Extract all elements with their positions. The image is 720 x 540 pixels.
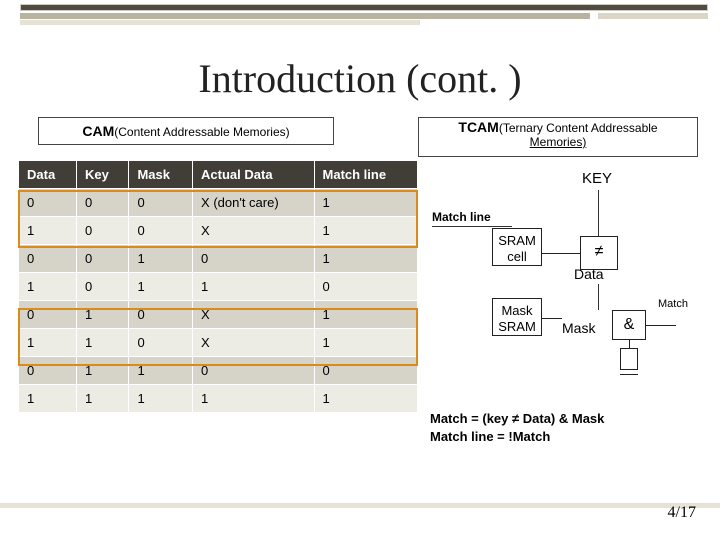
wire-neq-out bbox=[598, 284, 599, 310]
table-cell: X (don't care) bbox=[193, 189, 314, 217]
table-cell: 1 bbox=[129, 357, 193, 385]
slide-title: Introduction (cont. ) bbox=[0, 55, 720, 102]
ground-line bbox=[620, 374, 638, 375]
table-cell: 1 bbox=[77, 357, 129, 385]
cam-heading-main: CAM bbox=[82, 123, 114, 139]
table-cell: 0 bbox=[19, 189, 77, 217]
table-cell: 0 bbox=[314, 273, 417, 301]
th-mask: Mask bbox=[129, 161, 193, 189]
data-wire-label: Data bbox=[574, 266, 604, 282]
tcam-heading-main: TCAM bbox=[458, 119, 498, 135]
table-cell: 0 bbox=[19, 301, 77, 329]
footer-bar bbox=[0, 503, 720, 508]
table-cell: 1 bbox=[77, 329, 129, 357]
table-row: 11111 bbox=[19, 385, 418, 413]
table-cell: 0 bbox=[77, 217, 129, 245]
table-cell: 0 bbox=[129, 301, 193, 329]
table-cell: 1 bbox=[129, 245, 193, 273]
matchline-label: Match line bbox=[432, 210, 491, 224]
table-cell: 1 bbox=[129, 385, 193, 413]
table-row: 10110 bbox=[19, 273, 418, 301]
table-cell: 0 bbox=[19, 245, 77, 273]
th-data: Data bbox=[19, 161, 77, 189]
table-cell: X bbox=[193, 329, 314, 357]
table-cell: 0 bbox=[193, 245, 314, 273]
table-cell: 0 bbox=[129, 189, 193, 217]
cam-heading-box: CAM(Content Addressable Memories) bbox=[38, 117, 334, 145]
transistor-icon bbox=[620, 348, 638, 370]
table-cell: 1 bbox=[314, 245, 417, 273]
table-cell: 0 bbox=[19, 357, 77, 385]
wire-matchline bbox=[432, 226, 512, 227]
table-cell: 0 bbox=[77, 245, 129, 273]
mask-sram-box: MaskSRAM bbox=[492, 298, 542, 336]
table-row: 110X1 bbox=[19, 329, 418, 357]
table-cell: 1 bbox=[193, 273, 314, 301]
key-label: KEY bbox=[582, 170, 612, 187]
tcam-cell-diagram: KEY Match line SRAMcell MaskSRAM ≠ & Dat… bbox=[432, 170, 702, 400]
table-cell: X bbox=[193, 301, 314, 329]
table-cell: 0 bbox=[129, 217, 193, 245]
wire-sram-neq bbox=[542, 253, 580, 254]
table-cell: 1 bbox=[19, 217, 77, 245]
table-cell: 1 bbox=[314, 385, 417, 413]
table-cell: 1 bbox=[77, 301, 129, 329]
equations-block: Match = (key ≠ Data) & Mask Match line =… bbox=[430, 410, 690, 446]
equation-matchline: Match line = !Match bbox=[430, 428, 690, 446]
table-cell: 1 bbox=[19, 329, 77, 357]
table-cell: 0 bbox=[77, 273, 129, 301]
top-decorative-bars bbox=[0, 0, 720, 26]
wire-and-out bbox=[646, 325, 676, 326]
table-cell: 1 bbox=[314, 189, 417, 217]
and-gate: & bbox=[612, 310, 646, 340]
table-cell: 1 bbox=[314, 301, 417, 329]
table-row: 00101 bbox=[19, 245, 418, 273]
table-cell: 1 bbox=[314, 217, 417, 245]
equation-match: Match = (key ≠ Data) & Mask bbox=[430, 410, 690, 428]
table-cell: 0 bbox=[193, 357, 314, 385]
table-row: 100X1 bbox=[19, 217, 418, 245]
table-cell: 1 bbox=[129, 273, 193, 301]
tcam-heading-sub2: Memories) bbox=[419, 135, 697, 149]
table-cell: 1 bbox=[19, 273, 77, 301]
table-row: 000X (don't care)1 bbox=[19, 189, 418, 217]
wire-mask-and bbox=[542, 318, 562, 319]
match-out-label: Match bbox=[658, 298, 688, 310]
table-cell: 0 bbox=[77, 189, 129, 217]
table-cell: 1 bbox=[19, 385, 77, 413]
page-number: 4/17 bbox=[668, 504, 696, 522]
table-cell: 1 bbox=[314, 329, 417, 357]
wire-key bbox=[598, 190, 599, 238]
th-actual: Actual Data bbox=[193, 161, 314, 189]
tcam-heading-box: TCAM(Ternary Content Addressable Memorie… bbox=[418, 117, 698, 157]
truth-table: Data Key Mask Actual Data Match line 000… bbox=[18, 160, 418, 413]
table-cell: 1 bbox=[193, 385, 314, 413]
th-matchline: Match line bbox=[314, 161, 417, 189]
table-row: 01100 bbox=[19, 357, 418, 385]
mask-wire-label: Mask bbox=[562, 320, 595, 336]
tcam-heading-sub: (Ternary Content Addressable bbox=[499, 121, 658, 135]
table-row: 010X1 bbox=[19, 301, 418, 329]
th-key: Key bbox=[77, 161, 129, 189]
comparator-neq: ≠ bbox=[580, 236, 618, 270]
table-cell: 0 bbox=[129, 329, 193, 357]
sram-cell-box: SRAMcell bbox=[492, 228, 542, 266]
table-cell: X bbox=[193, 217, 314, 245]
table-cell: 1 bbox=[77, 385, 129, 413]
table-cell: 0 bbox=[314, 357, 417, 385]
cam-heading-sub: (Content Addressable Memories) bbox=[114, 125, 289, 139]
